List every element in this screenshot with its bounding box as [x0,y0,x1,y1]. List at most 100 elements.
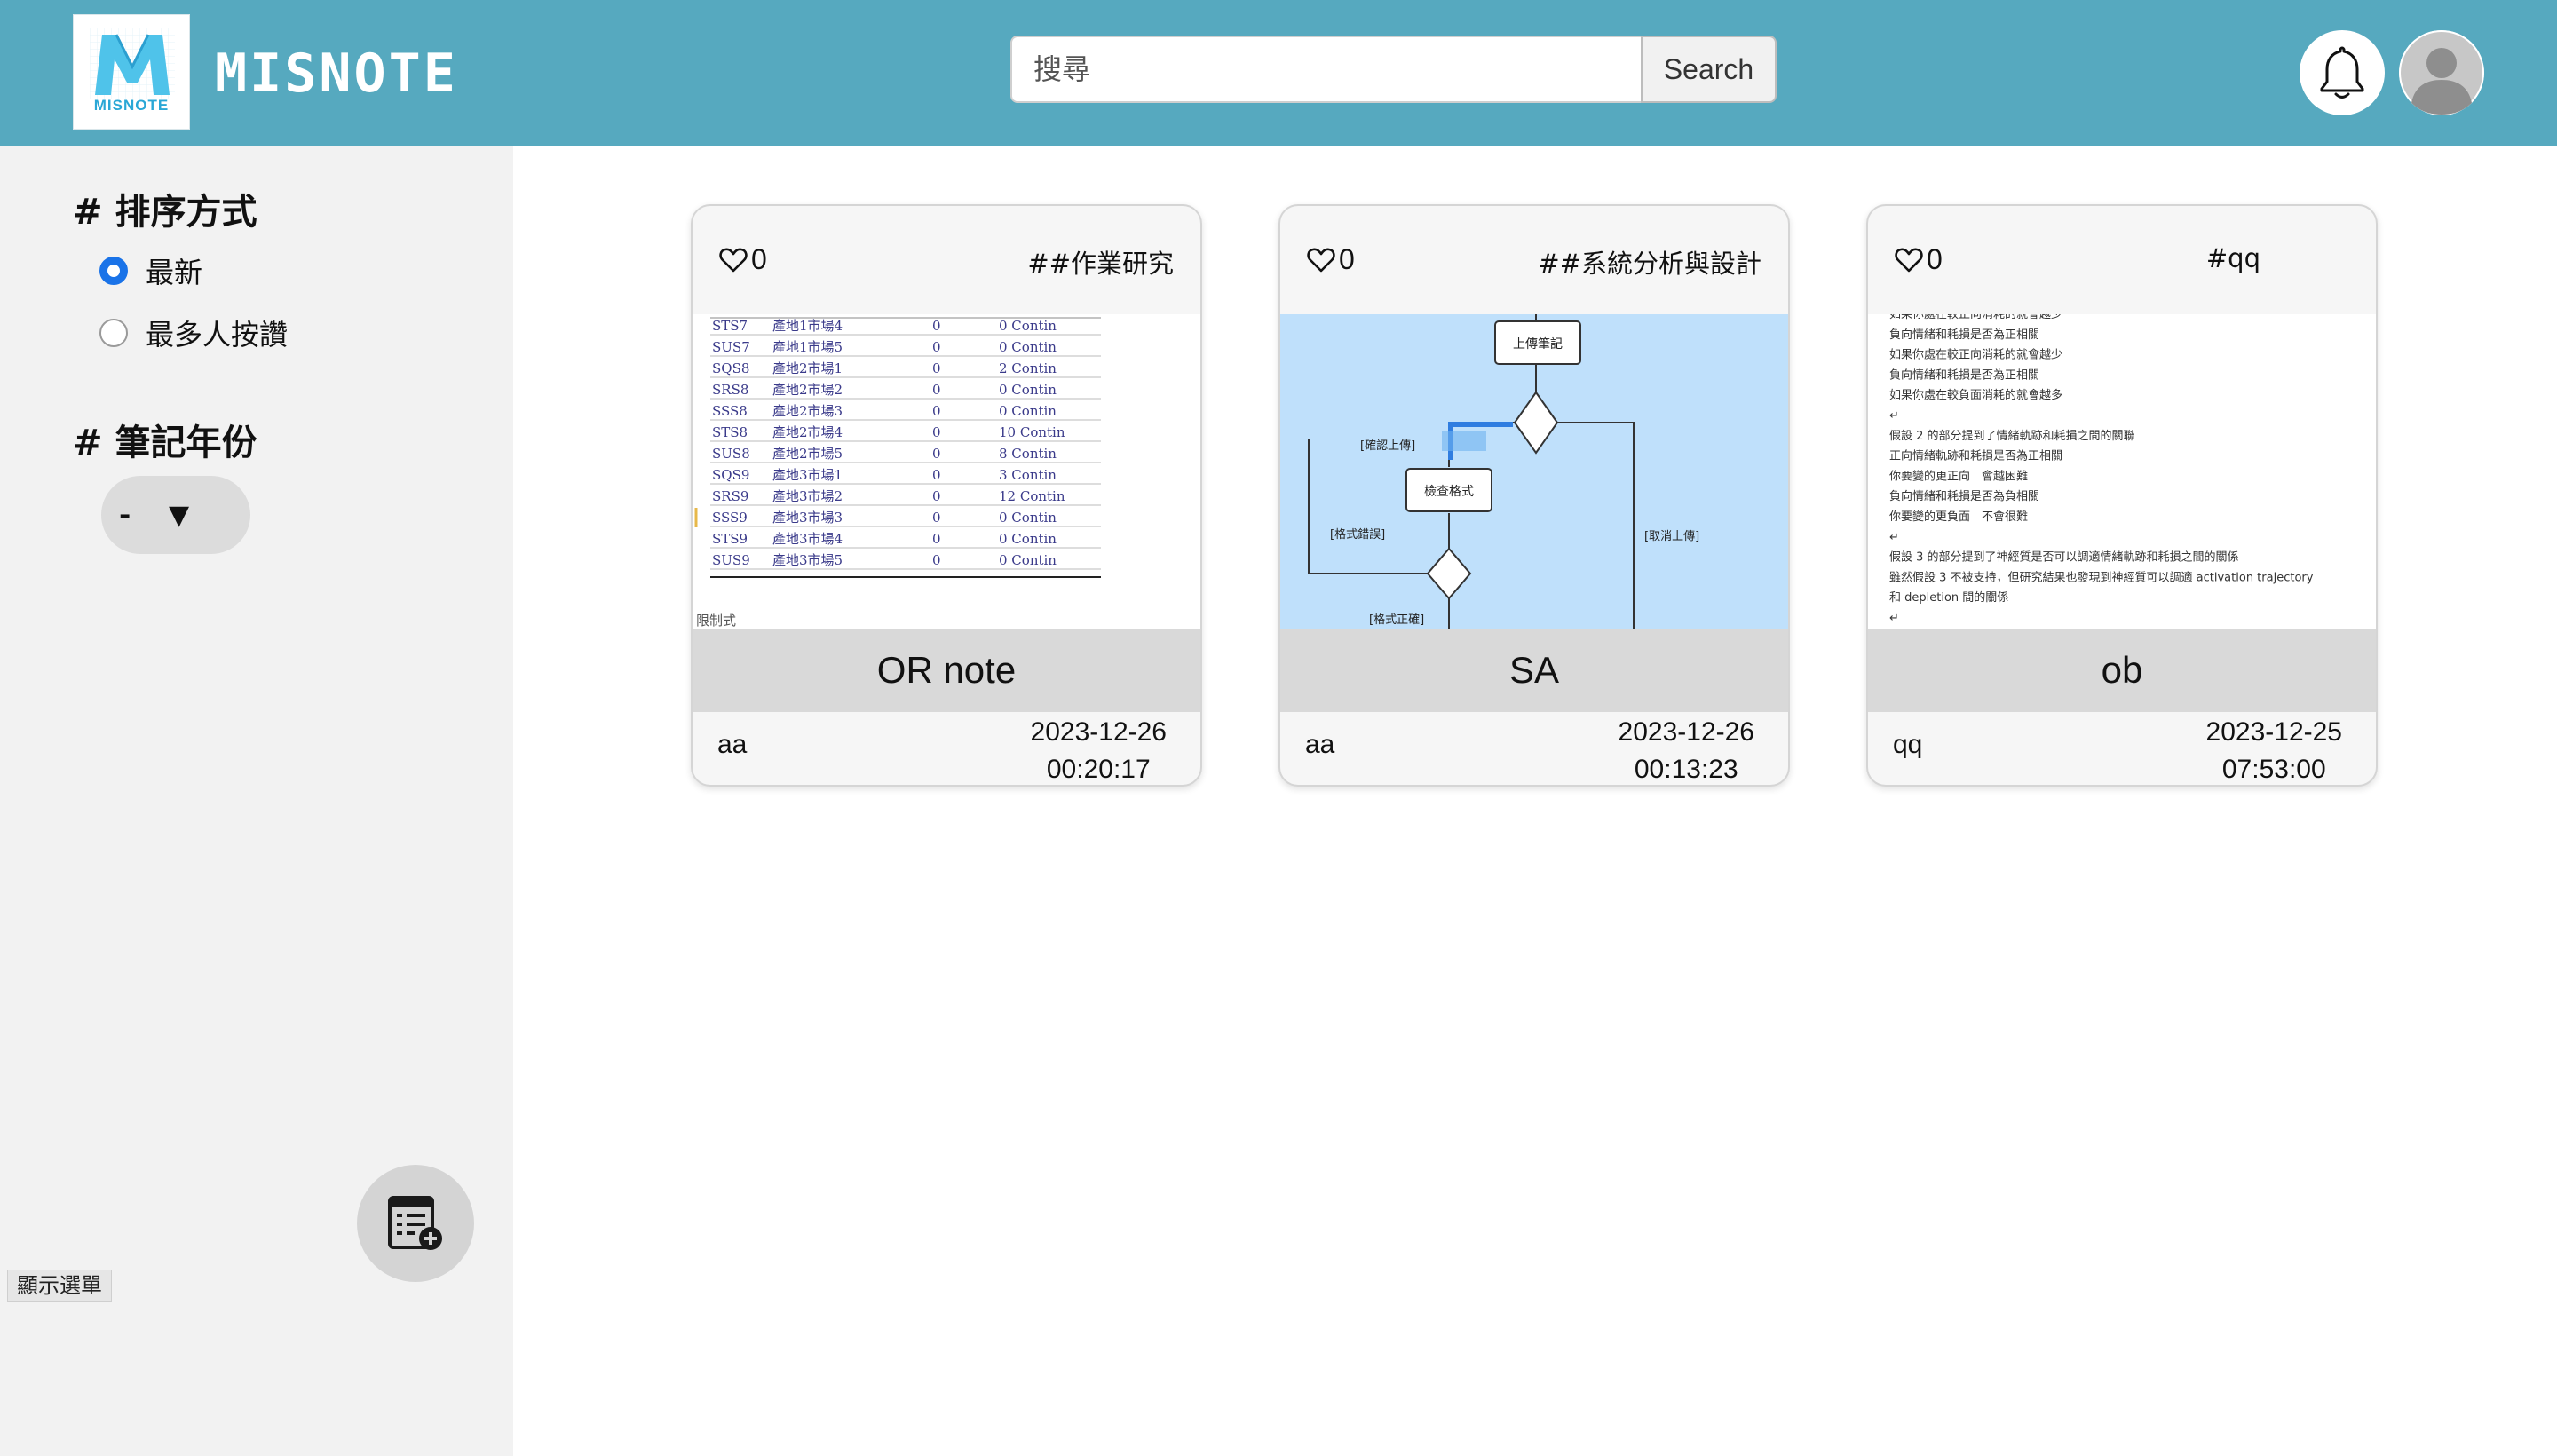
like-button[interactable]: 0 [1895,243,1943,276]
logo-subtitle: MISNOTE [93,97,170,114]
table-cell: SQS9 [712,467,749,483]
radio-newest[interactable] [99,257,128,285]
note-date: 2023-12-25 [2205,717,2342,747]
note-title: ob [1868,629,2376,712]
toggle-menu-button[interactable]: 顯示選單 [7,1270,112,1302]
user-avatar-icon [2399,30,2484,115]
year-select-value: - [119,498,131,532]
note-date: 2023-12-26 [1618,717,1754,747]
table-thumbnail: STS7 產地1市場4 0 0 Contin SUS7 產地1市場5 0 0 Contin SQ… [693,314,1200,629]
note-tag: ##系統分析與設計 [1538,249,1761,279]
table-cell: STS9 [712,531,748,547]
user-avatar[interactable] [2399,30,2484,115]
card-header: 0 #qq [1868,206,2376,314]
flow-guard-cancel: [取消上傳] [1644,530,1699,543]
note-title: SA [1280,629,1788,712]
table-cell: 3 Contin [999,467,1057,483]
table-cell: SRS8 [712,382,748,398]
add-note-button[interactable] [357,1165,474,1282]
heart-icon [1307,248,1335,272]
note-add-icon [388,1196,442,1250]
text-line: 假設 3 的部分提到了神經質是否可以調適情緒軌跡和耗損之間的關係 [1889,550,2239,565]
sort-option-most-liked[interactable]: 最多人按讚 [99,313,288,353]
table-cell: 產地3市場1 [772,467,843,483]
text-line: 負向情緒和耗損是否為正相關 [1889,328,2039,342]
table-cell: 產地3市場2 [772,488,843,504]
radio-most-liked[interactable] [99,319,128,347]
bell-icon [2320,46,2364,99]
year-select[interactable]: - ▼ [101,476,250,554]
table-footer: 限制式 [696,613,736,629]
table-cell: 0 Contin [999,318,1057,334]
note-title: OR note [693,629,1200,712]
table-cell: 0 Contin [999,382,1057,398]
note-author: aa [1305,730,1335,759]
table-cell: 0 [932,446,941,462]
notifications-button[interactable] [2300,30,2385,115]
like-button[interactable]: 0 [1307,243,1355,276]
app-logo[interactable]: MISNOTE [73,14,190,130]
table-cell: 8 Contin [999,446,1057,462]
table-cell: 12 Contin [999,488,1065,504]
table-cell: 0 Contin [999,339,1057,355]
text-line: 和 depletion 間的關係 [1889,590,2008,605]
note-thumbnail: 如果你處在較正向消耗的就會越少 負向情緒和耗損是否為正相關 如果你處在較正向消耗的就… [1868,314,2376,629]
table-cell: 產地2市場2 [772,382,843,398]
note-date: 2023-12-26 [1030,717,1167,747]
text-line: ↵ [1889,409,1899,423]
text-line: 如果你處在較正向消耗的就會越少 [1889,314,2062,321]
table-cell: SRS9 [712,488,748,504]
heart-icon [1895,248,1923,272]
table-cell: 產地2市場1 [772,360,843,376]
text-line: 雖然假設 3 不被支持，但研究結果也發現到神經質可以調適 activation … [1889,570,2314,584]
text-line: 負向情緒和耗損是否為負相關 [1889,489,2039,503]
table-cell: 產地1市場4 [772,318,843,334]
flow-guard-confirm: [確認上傳] [1360,439,1415,453]
table-cell: 0 Contin [999,510,1057,526]
table-cell: 0 [932,488,941,504]
table-cell: 0 [932,531,941,547]
table-cell: 0 Contin [999,531,1057,547]
table-cell: SSS8 [712,403,748,419]
note-author: aa [717,730,748,759]
note-card-ob[interactable]: 0 #qq 如果你處在較正向消耗的就會越少 負向情緒和耗損是否為正相關 如果你處在較… [1866,204,2378,787]
table-cell: 10 Contin [999,424,1065,440]
like-count: 0 [751,243,767,275]
note-datetime: 2023-12-26 00:13:23 [1618,714,1754,785]
table-cell: 2 Contin [999,360,1057,376]
table-cell: SUS7 [712,339,750,355]
flow-guard-format-error: [格式錯誤] [1330,527,1385,542]
sort-option-label: 最多人按讚 [146,318,289,352]
like-button[interactable]: 0 [719,243,767,276]
text-thumbnail: 如果你處在較正向消耗的就會越少負向情緒和耗損是否為正相關如果你處在較正向消耗的就… [1868,314,2376,629]
sort-option-newest[interactable]: 最新 [99,250,202,291]
brand-name[interactable]: MISNOTE [215,43,458,105]
flow-node-upload: 上傳筆記 [1513,336,1563,352]
text-line: 假設 2 的部分提到了情緒軌跡和耗損之間的關聯 [1889,429,2135,443]
note-tag: #qq [2205,243,2260,273]
note-datetime: 2023-12-26 00:20:17 [1030,714,1167,785]
note-datetime: 2023-12-25 07:53:00 [2205,714,2342,785]
search-input[interactable] [1010,36,1643,103]
table-cell: 0 Contin [999,552,1057,568]
text-line: 如果你處在較正向消耗的就會越少 [1889,348,2062,362]
note-card-or[interactable]: 0 ##作業研究 STS7 產地1市場4 0 0 Contin SUS7 產地1市場5 0 0… [691,204,1202,787]
table-cell: STS7 [712,318,748,334]
table-cell: 0 [932,510,941,526]
text-line: 你要變的更負面 不會很難 [1889,510,2028,524]
table-cell: 產地2市場5 [772,446,843,462]
table-cell: 產地3市場5 [772,552,843,568]
dropdown-arrow-icon: ▼ [169,499,190,531]
search-button[interactable]: Search [1641,36,1777,103]
note-thumbnail: 上傳筆記 檢查格式 [確認上傳] [格式錯誤] [取消上傳] [格式正確] [1280,314,1788,629]
table-cell: 產地2市場3 [772,403,843,419]
card-header: 0 ##作業研究 [693,206,1200,314]
table-cell: SUS8 [712,446,750,462]
flow-node-check: 檢查格式 [1424,484,1474,499]
table-cell: 0 [932,360,941,376]
sort-option-label: 最新 [146,256,203,289]
table-cell: STS8 [712,424,748,440]
text-line: ↵ [1889,612,1899,625]
text-line: 正向情緒軌跡和耗損是否為正相關 [1889,449,2062,463]
note-card-sa[interactable]: 0 ##系統分析與設計 上傳筆記 檢查格式 [確認上傳] [格式錯誤] [取消上… [1278,204,1790,787]
